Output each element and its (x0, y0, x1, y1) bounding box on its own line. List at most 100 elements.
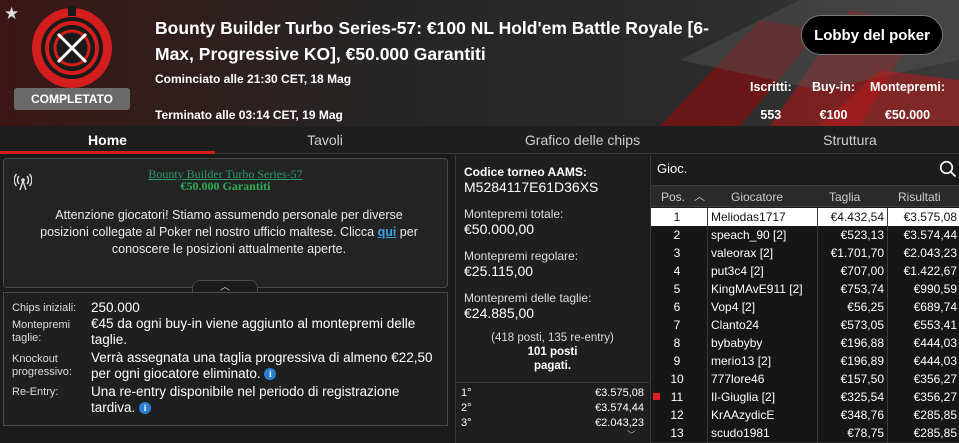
column-divider (707, 424, 708, 443)
cell-result: €444,03 (913, 354, 957, 368)
table-row[interactable]: 6 Vop4 [2] €56,25 €689,74 (651, 298, 959, 317)
column-header-results[interactable]: Risultati (898, 190, 941, 204)
detail-value-text: Una re-entry disponibile nel periodo di … (91, 384, 400, 415)
column-header-player[interactable]: Giocatore (731, 190, 783, 204)
cell-position: 6 (673, 300, 681, 314)
table-row[interactable]: 3 valeorax [2] €1.701,70 €2.043,23 (651, 244, 959, 263)
column-divider (707, 406, 708, 425)
tab-structure[interactable]: Struttura (750, 126, 950, 154)
cell-result: €285,85 (913, 408, 957, 422)
search-icon[interactable] (939, 160, 957, 178)
scroll-down-chevron-icon[interactable]: ﹀ (627, 428, 636, 441)
column-divider (817, 406, 818, 425)
cell-result: €356,27 (913, 390, 957, 404)
cell-player-name: speach_90 [2] (711, 228, 787, 242)
table-row[interactable]: 10 777lore46 €157,50 €356,27 (651, 370, 959, 389)
detail-label: Montepremi taglie: (12, 319, 71, 344)
cell-result: €356,27 (913, 372, 957, 386)
column-divider (887, 316, 888, 335)
column-divider (707, 244, 708, 263)
cell-result: €1.422,67 (903, 264, 957, 278)
cell-player-name: merio13 [2] (711, 354, 772, 368)
column-divider (707, 370, 708, 389)
tournament-details-panel: Chips iniziali: 250.000 Montepremi tagli… (3, 292, 448, 426)
detail-value: 250.000 (91, 300, 140, 315)
cell-player-name: Clanto24 (711, 318, 760, 332)
stat-buyin: Buy-in: €100 (812, 80, 855, 122)
column-divider (817, 388, 818, 407)
column-divider (707, 280, 708, 299)
detail-value: Verrà assegnata una taglia progressiva d… (91, 350, 437, 382)
table-row[interactable]: 8 bybabyby €196,88 €444,03 (651, 334, 959, 353)
table-row[interactable]: 5 KingMAvE911 [2] €753,74 €990,59 (651, 280, 959, 299)
cell-position: 9 (673, 354, 681, 368)
cell-bounty: €325,54 (840, 390, 884, 404)
column-divider (707, 298, 708, 317)
column-divider (817, 226, 818, 245)
cell-player-name: KrAAzydicE (711, 408, 775, 422)
cell-position: 8 (673, 336, 681, 350)
column-divider (887, 298, 888, 317)
payout-position: 2° (461, 402, 472, 414)
table-row[interactable]: 2 speach_90 [2] €523,13 €3.574,44 (651, 226, 959, 245)
notice-link[interactable]: qui (378, 225, 397, 239)
column-header-position[interactable]: Pos. (661, 190, 685, 204)
player-search-label[interactable]: Gioc. (657, 161, 687, 176)
detail-value: €45 da ogni buy-in viene aggiunto al mon… (91, 316, 416, 347)
sort-chevron-up-icon[interactable]: ︿ (694, 188, 705, 204)
column-divider (817, 208, 818, 227)
tournament-header: ★ COMPLETATO Bounty Builder Turbo Series… (0, 0, 959, 126)
column-divider (887, 226, 888, 245)
payout-row: 3° €2.043,23 (461, 417, 644, 431)
detail-label: Knockout progressivo: (12, 353, 72, 378)
column-divider (707, 352, 708, 371)
tab-bar: Home Tavoli Grafico delle chips Struttur… (0, 126, 959, 154)
tab-home[interactable]: Home (0, 126, 215, 154)
cell-position: 3 (673, 246, 681, 260)
tab-chip-graph[interactable]: Grafico delle chips (480, 126, 685, 154)
column-divider (707, 334, 708, 353)
cell-position: 13 (670, 426, 684, 440)
tab-tables[interactable]: Tavoli (215, 126, 435, 154)
info-icon[interactable]: i (139, 402, 152, 415)
total-prize-label: Montepremi totale: (464, 207, 564, 221)
status-badge: COMPLETATO (14, 88, 130, 110)
cell-player-name: scudo1981 (711, 426, 770, 440)
cell-result: €444,03 (913, 336, 957, 350)
seats-line: 101 posti (527, 346, 578, 358)
detail-label: Chips iniziali: (12, 302, 77, 314)
paid-seats-info: (418 posti, 135 re-entry) 101 posti paga… (456, 331, 649, 373)
table-row[interactable]: 11 Il-Giuglia [2] €325,54 €356,27 (651, 388, 959, 407)
cell-bounty: €157,50 (840, 372, 884, 386)
column-header-bounty[interactable]: Taglia (829, 190, 860, 204)
end-time: Terminato alle 03:14 CET, 19 Mag (155, 108, 343, 122)
table-row[interactable]: 13 scudo1981 €78,75 €285,85 (651, 424, 959, 443)
cell-player-name: valeorax [2] (711, 246, 774, 260)
detail-value-text: Verrà assegnata una taglia progressiva d… (91, 350, 433, 381)
regular-prize-label: Montepremi regolare: (464, 249, 579, 263)
total-prize-value: €50.000,00 (464, 221, 535, 237)
cell-result: €3.574,44 (903, 228, 957, 242)
bounty-prize-value: €24.885,00 (464, 305, 535, 321)
column-divider (817, 316, 818, 335)
cell-player-name: put3c4 [2] (711, 264, 764, 278)
poker-lobby-button[interactable]: Lobby del poker (801, 15, 943, 55)
column-divider (887, 352, 888, 371)
table-row[interactable]: 4 put3c4 [2] €707,00 €1.422,67 (651, 262, 959, 281)
seats-line: pagati. (533, 360, 572, 372)
cell-result: €689,74 (913, 300, 957, 314)
cell-position: 4 (673, 264, 681, 278)
table-row[interactable]: 9 merio13 [2] €196,89 €444,03 (651, 352, 959, 371)
notice-body: Attenzione giocatori! Stiamo assumendo p… (34, 207, 424, 258)
table-row[interactable]: 1 Meliodas1717 €4.432,54 €3.575,08 (651, 208, 959, 227)
column-divider (887, 244, 888, 263)
stat-label: Buy-in: (812, 80, 856, 94)
table-row[interactable]: 7 Clanto24 €573,05 €553,41 (651, 316, 959, 335)
players-table-header: Pos. ︿ Giocatore Taglia Risultati (651, 185, 959, 207)
info-icon[interactable]: i (264, 368, 277, 381)
cell-bounty: €348,76 (840, 408, 884, 422)
cell-player-name: 777lore46 (711, 372, 765, 386)
payout-list[interactable]: 1° €3.575,08 2° €3.574,44 3° €2.043,23 (456, 382, 649, 443)
table-row[interactable]: 12 KrAAzydicE €348,76 €285,85 (651, 406, 959, 425)
cell-player-name: bybabyby (711, 336, 763, 350)
